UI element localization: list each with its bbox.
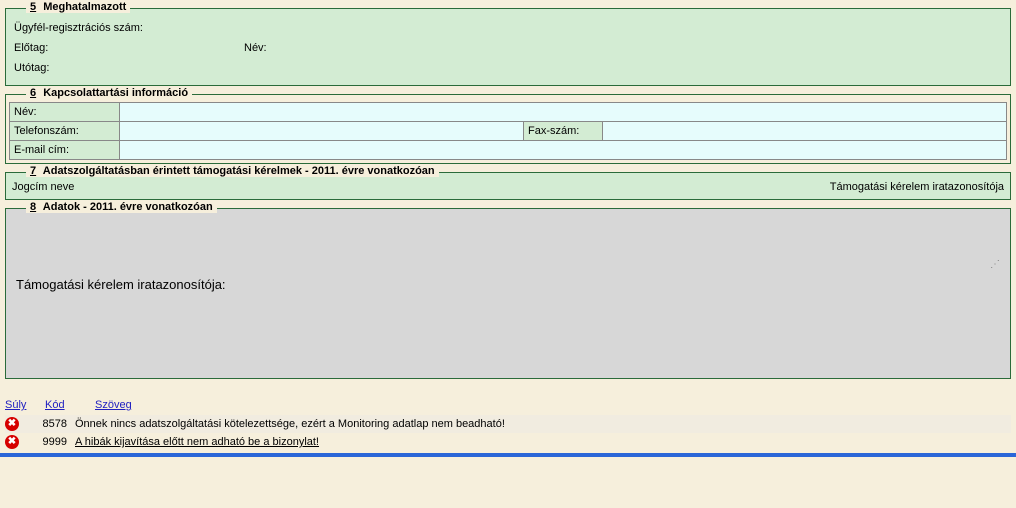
col-szoveg[interactable]: Szöveg [95, 399, 132, 411]
section-8-num: 8 [30, 201, 36, 213]
label-utotag: Utótag: [12, 59, 51, 77]
section-5-num: 5 [30, 1, 36, 13]
label-elotag: Előtag: [12, 39, 242, 57]
section-8-title: Adatok - 2011. évre vonatkozóan [43, 201, 213, 213]
input-contact-telefon[interactable] [120, 122, 523, 140]
resize-grip-icon[interactable]: ⋰ [990, 259, 1000, 270]
label-contact-fax: Fax-szám: [523, 122, 603, 140]
label-regszam: Ügyfél-regisztrációs szám: [12, 19, 145, 37]
section-7-legend: 7 Adatszolgáltatásban érintett támogatás… [26, 165, 439, 177]
section-8-body: Támogatási kérelem iratazonosítója: [12, 217, 1004, 372]
input-contact-fax[interactable] [603, 122, 1006, 140]
label-contact-nev: Név: [10, 103, 120, 121]
col-jogcim-neve: Jogcím neve [12, 181, 74, 193]
input-contact-email[interactable] [120, 141, 1006, 159]
section-8-legend: 8 Adatok - 2011. évre vonatkozóan [26, 201, 217, 213]
error-row: ✖ 8578 Önnek nincs adatszolgáltatási köt… [5, 415, 1011, 433]
col-iratazonosito: Támogatási kérelem iratazonosítója [830, 181, 1004, 193]
section-6-num: 6 [30, 87, 36, 99]
bottom-bar [0, 453, 1016, 457]
col-kod[interactable]: Kód [45, 399, 85, 411]
error-row: ✖ 9999 A hibák kijavítása előtt nem adha… [5, 433, 1011, 451]
error-text: Önnek nincs adatszolgáltatási kötelezett… [75, 418, 1011, 430]
section-6-title: Kapcsolattartási információ [43, 87, 188, 99]
section-7-kerelmek: 7 Adatszolgáltatásban érintett támogatás… [5, 172, 1011, 200]
section-6-kapcsolat: 6 Kapcsolattartási információ Név: Telef… [5, 94, 1011, 164]
section-7-title: Adatszolgáltatásban érintett támogatási … [43, 165, 435, 177]
section-8-adatok: 8 Adatok - 2011. évre vonatkozóan ⋰ Támo… [5, 208, 1011, 379]
label-nev: Név: [242, 39, 269, 57]
input-contact-nev[interactable] [120, 103, 1006, 121]
error-header: Súly Kód Szöveg [5, 399, 1011, 411]
section-5-legend: 5 Meghatalmazott [26, 1, 130, 13]
section-6-legend: 6 Kapcsolattartási információ [26, 87, 192, 99]
error-icon: ✖ [5, 417, 19, 431]
error-text: A hibák kijavítása előtt nem adható be a… [75, 436, 1011, 448]
label-contact-email: E-mail cím: [10, 141, 120, 159]
section-5-meghatalmazott: 5 Meghatalmazott Ügyfél-regisztrációs sz… [5, 8, 1011, 86]
error-code: 9999 [27, 436, 67, 448]
error-icon: ✖ [5, 435, 19, 449]
error-area: Súly Kód Szöveg ✖ 8578 Önnek nincs adats… [5, 399, 1011, 451]
error-code: 8578 [27, 418, 67, 430]
section-7-num: 7 [30, 165, 36, 177]
col-suly[interactable]: Súly [5, 399, 35, 411]
label-contact-telefon: Telefonszám: [10, 122, 120, 140]
section-5-title: Meghatalmazott [43, 1, 126, 13]
